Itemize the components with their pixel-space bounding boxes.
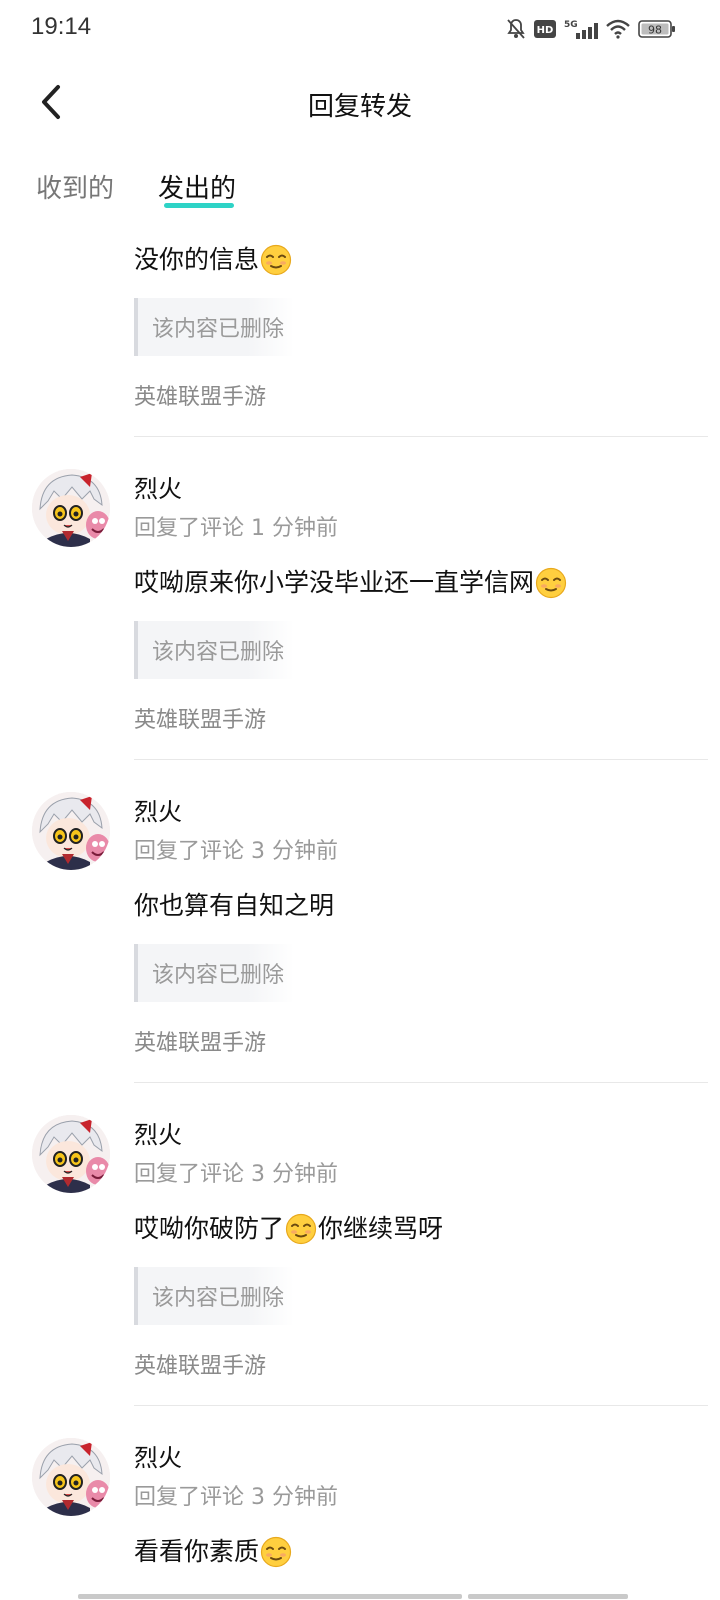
reply-meta: 回复了评论 3 分钟前	[134, 1162, 338, 1187]
reply-item[interactable]: 烈火回复了评论 3 分钟前看看你素质	[0, 1406, 720, 1572]
reply-content: 哎呦你破防了 你继续骂呀	[134, 1209, 720, 1249]
user-name[interactable]: 烈火	[134, 469, 720, 509]
reply-text: 没你的信息	[134, 245, 260, 274]
user-name[interactable]: 烈火	[134, 1115, 720, 1155]
quoted-content[interactable]: 该内容已删除	[134, 621, 294, 679]
reply-text: 看看你素质	[134, 1537, 260, 1566]
svg-text:98: 98	[648, 24, 662, 37]
reply-text: 哎呦你破防了	[134, 1214, 285, 1243]
reply-item[interactable]: 烈火 回复了评论 3 分钟前 哎呦你破防了 你继续骂呀 该内容已删除 英雄联盟手游	[0, 1083, 720, 1406]
status-icons: HD 5G 98	[506, 16, 676, 42]
avatar[interactable]	[32, 469, 110, 547]
status-time: 19:14	[31, 13, 92, 40]
wifi-icon	[606, 19, 630, 39]
reply-meta: 回复了评论 1 分钟前	[134, 516, 338, 541]
reply-item[interactable]: 没你的信息 该内容已删除英雄联盟手游	[0, 230, 720, 437]
reply-text: 你也算有自知之明	[134, 891, 335, 920]
home-indicator	[78, 1594, 628, 1600]
signal-5g-icon: 5G	[564, 18, 598, 40]
tab-sent[interactable]: 发出的	[158, 168, 236, 205]
reply-text-suffix: 你继续骂呀	[318, 1214, 444, 1243]
page-title: 回复转发	[307, 92, 412, 122]
smug-face-emoji	[260, 244, 292, 276]
avatar[interactable]	[32, 1438, 110, 1516]
avatar[interactable]	[32, 792, 110, 870]
reply-feed: 没你的信息 该内容已删除 英雄联盟手游 烈火 回复了评论 1 分钟前 哎呦原来你…	[0, 230, 720, 1572]
reply-content: 看看你素质	[134, 1532, 720, 1572]
source-link[interactable]: 英雄联盟手游	[134, 1024, 266, 1064]
avatar[interactable]	[32, 1115, 110, 1193]
tab-received[interactable]: 收到的	[36, 168, 114, 205]
reply-content: 没你的信息	[134, 240, 720, 280]
source-link[interactable]: 英雄联盟手游	[134, 701, 266, 741]
reply-content: 你也算有自知之明	[134, 886, 720, 926]
quoted-content[interactable]: 该内容已删除	[134, 944, 294, 1002]
header: 回复转发	[0, 70, 720, 138]
smug-face-emoji	[260, 1536, 292, 1568]
quoted-content[interactable]: 该内容已删除	[134, 1267, 294, 1325]
svg-text:HD: HD	[537, 25, 554, 36]
svg-text:5G: 5G	[564, 20, 578, 30]
user-name[interactable]: 烈火	[134, 792, 720, 832]
reply-text: 哎呦原来你小学没毕业还一直学信网	[134, 568, 535, 597]
smug-face-emoji	[535, 567, 567, 599]
quoted-content[interactable]: 该内容已删除	[134, 298, 294, 356]
reply-content: 哎呦原来你小学没毕业还一直学信网	[134, 563, 720, 603]
smug-face-emoji	[285, 1213, 317, 1245]
active-tab-indicator	[164, 203, 234, 208]
tab-bar: 收到的 发出的	[0, 168, 720, 218]
battery-icon: 98	[638, 19, 676, 39]
source-link[interactable]: 英雄联盟手游	[134, 1347, 266, 1387]
reply-item[interactable]: 烈火回复了评论 3 分钟前你也算有自知之明该内容已删除英雄联盟手游	[0, 760, 720, 1083]
source-link[interactable]: 英雄联盟手游	[134, 378, 266, 418]
status-bar: 19:14 HD 5G 98	[0, 0, 720, 56]
user-name[interactable]: 烈火	[134, 1438, 720, 1478]
reply-meta: 回复了评论 3 分钟前	[134, 839, 338, 864]
reply-item[interactable]: 烈火回复了评论 1 分钟前哎呦原来你小学没毕业还一直学信网 该内容已删除英雄联盟…	[0, 437, 720, 760]
hd-icon: HD	[534, 20, 556, 38]
mute-bell-icon	[506, 18, 526, 40]
reply-meta: 回复了评论 3 分钟前	[134, 1485, 338, 1510]
